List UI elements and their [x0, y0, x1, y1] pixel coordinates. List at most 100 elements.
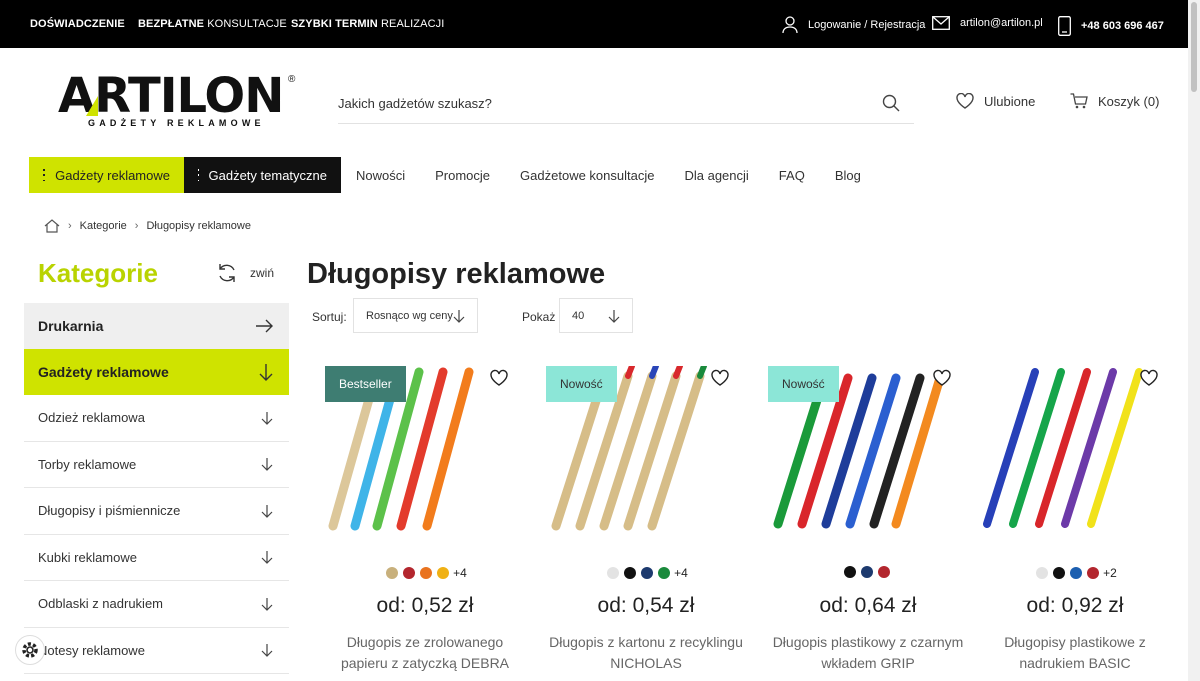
product-name[interactable]: Długopis plastikowy z czarnym wkładem GR… [768, 632, 968, 674]
search-icon[interactable] [882, 94, 900, 112]
scrollbar-thumb[interactable] [1191, 2, 1197, 92]
nav-promo-gadgets-button[interactable]: Gadżety reklamowe [29, 157, 184, 193]
color-swatch[interactable] [606, 567, 619, 579]
favorite-heart-icon[interactable] [1139, 369, 1159, 387]
email-label: artilon@artilon.pl [960, 17, 1043, 29]
favorite-heart-icon[interactable] [710, 369, 730, 387]
breadcrumb-separator: › [68, 220, 72, 232]
product-price: od: 0,64 zł [819, 594, 917, 617]
user-icon [782, 16, 798, 34]
home-icon[interactable] [44, 219, 60, 233]
nav-item-consultations[interactable]: Gadżetowe konsultacje [505, 157, 669, 193]
product-name[interactable]: Długopisy plastikowe z nadrukiem BASIC [975, 632, 1175, 674]
topbar-link-experience[interactable]: DOŚWIADCZENIE [30, 18, 125, 30]
sidebar-item-print[interactable]: Drukarnia [24, 303, 289, 349]
sidebar-item-notebooks[interactable]: Notesy reklamowe [24, 628, 289, 674]
per-page-value: 40 [572, 309, 585, 322]
sidebar-item-promo-gadgets[interactable]: Gadżety reklamowe [24, 349, 289, 395]
favorite-heart-icon[interactable] [932, 369, 952, 387]
gear-icon [22, 642, 38, 658]
cookie-settings-button[interactable] [15, 635, 45, 665]
nav-theme-gadgets-label: Gadżety tematyczne [208, 167, 328, 183]
login-label: Logowanie / Rejestracja [808, 19, 926, 31]
cart-link[interactable]: Koszyk (0) [1070, 93, 1159, 109]
color-swatch[interactable] [1035, 567, 1048, 579]
color-swatch[interactable] [657, 567, 670, 579]
breadcrumb-item-categories[interactable]: Kategorie [80, 220, 127, 232]
color-swatch[interactable] [402, 567, 415, 579]
sidebar-item-pens[interactable]: Długopisy i piśmiennicze [24, 488, 289, 535]
color-swatch[interactable] [623, 567, 636, 579]
nav-item-agencies[interactable]: Dla agencji [669, 157, 763, 193]
sidebar-item-reflectors[interactable]: Odblaski z nadrukiem [24, 581, 289, 628]
page-scrollbar[interactable] [1188, 0, 1200, 681]
nav-item-news[interactable]: Nowości [341, 157, 420, 193]
sidebar-item-label: Torby reklamowe [38, 456, 137, 472]
topbar-link-fast-delivery[interactable]: SZYBKI TERMIN REALIZACJI [291, 18, 444, 30]
logo-tagline: GADŻETY REKLAMOWE [88, 118, 265, 128]
new-badge: Nowość [768, 366, 839, 402]
phone-icon [1058, 16, 1071, 36]
more-colors: +4 [453, 566, 467, 580]
color-swatch[interactable] [1086, 567, 1099, 579]
arrow-down-icon [261, 411, 273, 425]
nav-item-faq[interactable]: FAQ [764, 157, 820, 193]
nav-item-promotions[interactable]: Promocje [420, 157, 505, 193]
cart-label: Koszyk (0) [1098, 93, 1160, 109]
topbar-link-consultations[interactable]: BEZPŁATNE KONSULTACJE [138, 18, 287, 30]
sort-select[interactable]: Rosnąco wg ceny [353, 298, 478, 333]
site-logo[interactable]: ARTILON ® GADŻETY REKLAMOWE [58, 72, 298, 132]
product-card[interactable]: +2 od: 0,92 zł Długopisy plastikowe z na… [975, 366, 1175, 681]
product-image[interactable] [975, 366, 1175, 536]
product-name[interactable]: Długopis z kartonu z recyklingu NICHOLAS [546, 632, 746, 674]
collapse-label: zwiń [250, 266, 275, 280]
menu-icon [43, 169, 46, 181]
sidebar-item-label: Notesy reklamowe [38, 642, 145, 658]
arrow-down-icon [261, 458, 273, 472]
page-title: Długopisy reklamowe [307, 258, 606, 290]
email-link[interactable]: artilon@artilon.pl [932, 16, 1043, 30]
main-nav: Gadżety reklamowe Gadżety tematyczne Now… [29, 157, 876, 193]
arrow-down-icon [261, 597, 273, 611]
phone-link[interactable]: +48 603 696 467 [1058, 16, 1164, 36]
color-swatch[interactable] [878, 566, 890, 578]
nav-item-blog[interactable]: Blog [820, 157, 876, 193]
sidebar-item-apparel[interactable]: Odzież reklamowa [24, 395, 289, 442]
sidebar-item-label: Kubki reklamowe [38, 549, 137, 565]
color-swatch[interactable] [861, 566, 873, 578]
bestseller-badge: Bestseller [325, 366, 406, 402]
color-swatch[interactable] [1052, 567, 1065, 579]
product-card[interactable]: Nowość od: 0,64 zł Długopis plastikowy z… [768, 366, 968, 681]
color-swatch[interactable] [436, 567, 449, 579]
product-card[interactable]: Nowość +4 od: 0,54 zł Długopis z kartonu… [546, 366, 746, 681]
logo-registered-mark: ® [288, 74, 296, 85]
per-page-label: Pokaż [522, 310, 556, 324]
sidebar-title: Kategorie [38, 258, 158, 288]
search-input[interactable] [338, 90, 858, 116]
color-swatch[interactable] [844, 566, 856, 578]
per-page-select[interactable]: 40 [559, 298, 633, 333]
color-swatch[interactable] [1069, 567, 1082, 579]
color-swatch[interactable] [419, 567, 432, 579]
login-link[interactable]: Logowanie / Rejestracja [782, 16, 925, 34]
favorites-link[interactable]: Ulubione [956, 93, 1035, 109]
nav-promo-gadgets-label: Gadżety reklamowe [55, 167, 170, 183]
sidebar-item-mugs[interactable]: Kubki reklamowe [24, 535, 289, 581]
more-colors: +4 [674, 566, 688, 580]
product-name[interactable]: Długopis ze zrolowanego papieru z zatycz… [325, 632, 525, 674]
arrow-down-icon [259, 364, 273, 381]
arrow-down-icon [261, 504, 273, 518]
color-swatch[interactable] [385, 567, 398, 579]
heart-icon [956, 93, 974, 109]
sidebar-collapse-button[interactable]: zwiń [216, 262, 274, 284]
sidebar-item-bags[interactable]: Torby reklamowe [24, 442, 289, 488]
nav-theme-gadgets-button[interactable]: Gadżety tematyczne [184, 157, 341, 193]
sidebar-item-label: Długopisy i piśmiennicze [38, 503, 181, 519]
category-list: Drukarnia Gadżety reklamowe Odzież rekla… [24, 303, 289, 674]
color-swatch[interactable] [640, 567, 653, 579]
logo-accent [86, 96, 98, 116]
top-bar: DOŚWIADCZENIE BEZPŁATNE KONSULTACJE SZYB… [0, 0, 1200, 48]
breadcrumb-separator: › [134, 220, 139, 232]
product-card[interactable]: Bestseller +4 od: 0,52 zł Długopis ze zr… [325, 366, 525, 681]
favorite-heart-icon[interactable] [489, 369, 509, 387]
